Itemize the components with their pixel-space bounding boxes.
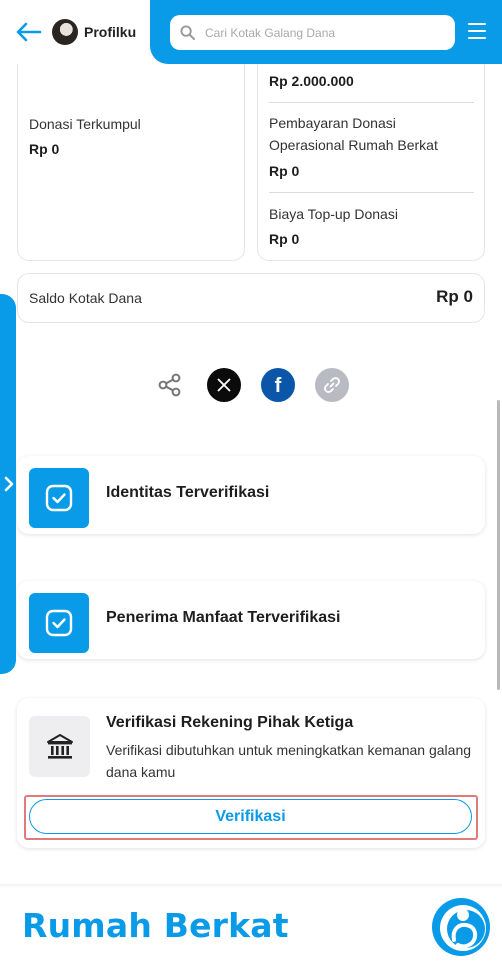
x-icon[interactable]	[207, 368, 241, 402]
operational-fee-label: Pembayaran Donasi Operasional Rumah Berk…	[269, 115, 438, 153]
check-shield-icon	[29, 593, 89, 653]
beneficiary-verified-title: Penerima Manfaat Terverifikasi	[106, 609, 341, 626]
scrollbar[interactable]	[497, 400, 500, 690]
chevron-right-icon[interactable]	[3, 476, 15, 492]
header-search-bar	[150, 0, 502, 64]
search-input[interactable]	[205, 25, 445, 40]
check-shield-icon	[29, 468, 89, 528]
donation-collected-value: Rp 0	[29, 141, 60, 157]
back-arrow-icon[interactable]	[16, 22, 42, 42]
identity-verified-title: Identitas Terverifikasi	[106, 484, 270, 501]
identity-verified-card: Identitas Terverifikasi	[17, 456, 485, 534]
search-icon	[180, 25, 195, 40]
third-party-description: Verifikasi dibutuhkan untuk meningkatkan…	[106, 742, 472, 780]
header-left: Profilku	[0, 0, 150, 64]
divider	[269, 102, 474, 103]
operational-fee-value: Rp 0	[269, 163, 300, 179]
share-row: f	[0, 368, 502, 404]
divider	[269, 192, 474, 193]
beneficiary-verified-card: Penerima Manfaat Terverifikasi	[17, 581, 485, 659]
hamburger-menu-icon[interactable]	[468, 23, 486, 39]
donation-breakdown-card: Rp 2.000.000 Pembayaran Donasi Operasion…	[257, 40, 485, 261]
donation-collected-label: Donasi Terkumpul	[29, 116, 141, 132]
facebook-icon[interactable]: f	[261, 368, 295, 402]
search-box[interactable]	[170, 15, 455, 50]
top-header: Profilku	[0, 0, 502, 64]
link-icon[interactable]	[315, 368, 349, 402]
rumah-berkat-logo-icon[interactable]	[430, 896, 492, 958]
third-party-title: Verifikasi Rekening Pihak Ketiga	[106, 714, 354, 731]
topup-fee-value: Rp 0	[269, 231, 300, 247]
brand-wordmark: Rumah Berkat	[22, 906, 289, 945]
share-icon[interactable]	[153, 368, 187, 402]
saldo-label: Saldo Kotak Dana	[29, 290, 142, 306]
saldo-value: Rp 0	[436, 287, 473, 306]
verify-button[interactable]: Verifikasi	[29, 799, 472, 834]
saldo-card: Saldo Kotak Dana Rp 0	[17, 273, 485, 323]
target-value: Rp 2.000.000	[269, 73, 354, 89]
donation-collected-card: Donasi Terkumpul Rp 0	[17, 40, 245, 261]
avatar[interactable]	[52, 19, 78, 45]
topup-fee-label: Biaya Top-up Donasi	[269, 206, 398, 222]
profile-label[interactable]: Profilku	[84, 24, 136, 40]
footer-divider	[0, 884, 502, 888]
bank-icon	[29, 716, 90, 777]
